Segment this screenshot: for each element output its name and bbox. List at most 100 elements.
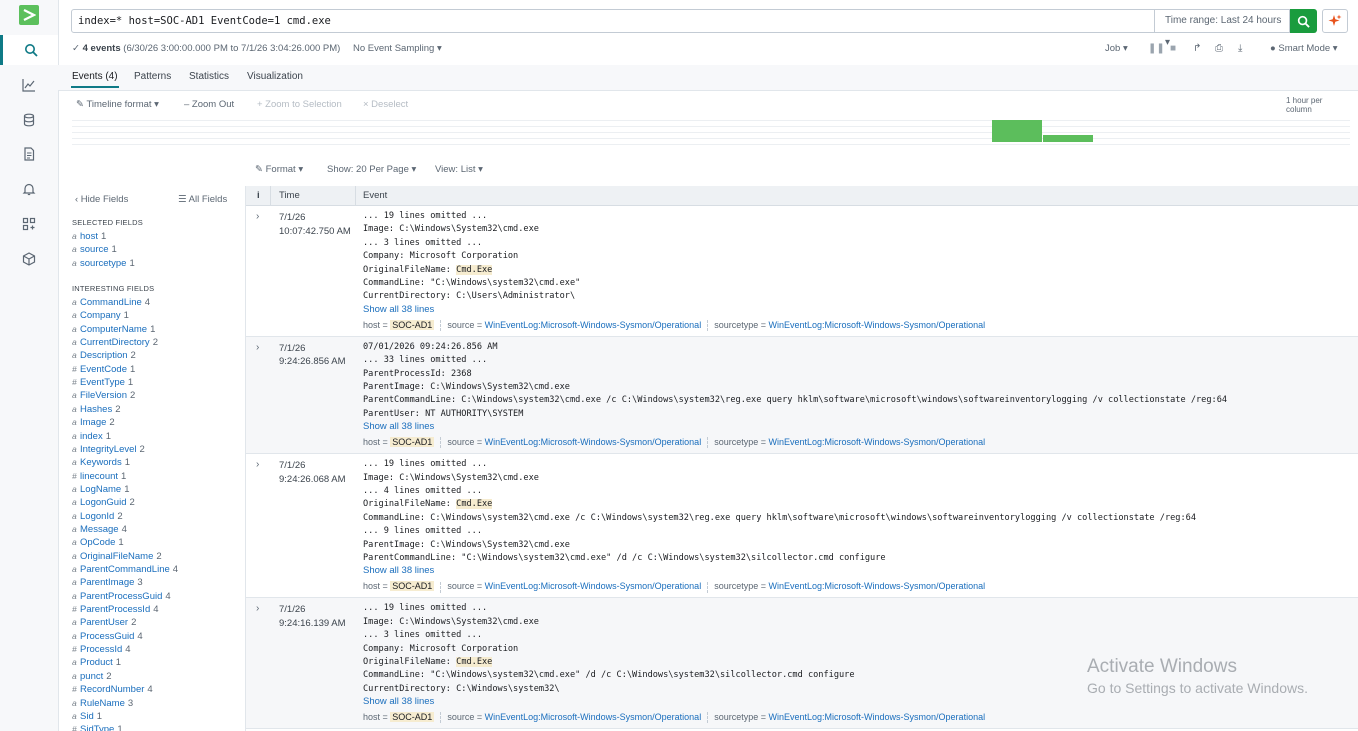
dashboards-grid-icon[interactable] xyxy=(0,209,58,239)
field-item[interactable]: a Image 2 xyxy=(72,417,115,428)
field-item[interactable]: a CommandLine 4 xyxy=(72,297,150,308)
field-item[interactable]: a ParentProcessGuid 4 xyxy=(72,591,171,602)
field-item[interactable]: a RuleName 3 xyxy=(72,698,133,709)
field-item[interactable]: a LogonGuid 2 xyxy=(72,497,135,508)
field-item[interactable]: a Hashes 2 xyxy=(72,404,121,415)
field-item[interactable]: a LogName 1 xyxy=(72,484,130,495)
field-item[interactable]: a Company 1 xyxy=(72,310,129,321)
job-menu[interactable]: Job ▾ xyxy=(1105,43,1128,54)
pause-icon[interactable]: ❚❚ xyxy=(1148,43,1165,54)
timeline-histogram[interactable] xyxy=(72,118,1350,146)
host-value[interactable]: SOC-AD1 xyxy=(390,319,435,330)
zoom-out-button[interactable]: – Zoom Out xyxy=(184,99,234,110)
field-item[interactable]: # ProcessId 4 xyxy=(72,644,131,655)
expand-chevron-icon[interactable]: › xyxy=(256,603,259,614)
field-item[interactable]: a punct 2 xyxy=(72,671,112,682)
source-value[interactable]: WinEventLog:Microsoft-Windows-Sysmon/Ope… xyxy=(485,320,702,330)
field-item[interactable]: # ParentProcessId 4 xyxy=(72,604,159,615)
field-item[interactable]: # EventCode 1 xyxy=(72,364,135,375)
field-item[interactable]: a index 1 xyxy=(72,431,111,442)
export-icon[interactable]: ⤓ xyxy=(1238,43,1242,54)
share-icon[interactable]: ↱ xyxy=(1193,43,1201,54)
field-item[interactable]: a ParentImage 3 xyxy=(72,577,143,588)
time-range-picker[interactable]: Time range: Last 24 hours ▾ xyxy=(1155,9,1290,48)
field-item[interactable]: a LogonId 2 xyxy=(72,511,123,522)
host-value[interactable]: SOC-AD1 xyxy=(390,437,435,448)
field-item[interactable]: a FileVersion 2 xyxy=(72,390,135,401)
field-item[interactable]: a ParentUser 2 xyxy=(72,617,136,628)
host-value[interactable]: SOC-AD1 xyxy=(390,581,435,592)
field-item[interactable]: a Product 1 xyxy=(72,657,121,668)
field-item[interactable]: a source 1 xyxy=(72,244,117,255)
deselect-button[interactable]: × Deselect xyxy=(363,99,408,110)
alerts-bell-icon[interactable] xyxy=(0,174,58,204)
field-item[interactable]: a host 1 xyxy=(72,231,106,242)
search-mode-dropdown[interactable]: ● Smart Mode ▾ xyxy=(1270,43,1338,54)
event-timestamp[interactable]: 7/1/26 9:24:26.856 AM xyxy=(279,342,346,369)
tab-patterns[interactable]: Patterns xyxy=(134,71,171,82)
field-item[interactable]: a ParentCommandLine 4 xyxy=(72,564,178,575)
show-all-lines-link[interactable]: Show all 38 lines xyxy=(363,696,434,707)
reports-document-icon[interactable] xyxy=(0,139,58,169)
splunk-logo[interactable] xyxy=(19,5,39,25)
search-submit-button[interactable] xyxy=(1290,9,1317,33)
timeline-bar[interactable] xyxy=(992,120,1042,142)
tab-events[interactable]: Events (4) xyxy=(71,71,119,88)
event-sampling-dropdown[interactable]: No Event Sampling ▾ xyxy=(353,43,442,54)
all-fields-button[interactable]: ☰ All Fields xyxy=(178,194,227,205)
search-term-highlight[interactable]: Cmd.Exe xyxy=(456,264,493,275)
apps-cube-icon[interactable] xyxy=(0,244,58,274)
sourcetype-value[interactable]: WinEventLog:Microsoft-Windows-Sysmon/Ope… xyxy=(769,712,986,722)
field-item[interactable]: # linecount 1 xyxy=(72,471,126,482)
per-page-dropdown[interactable]: Show: 20 Per Page ▾ xyxy=(327,164,416,175)
field-item[interactable]: a OriginalFileName 2 xyxy=(72,551,162,562)
event-timestamp[interactable]: 7/1/26 9:24:26.068 AM xyxy=(279,459,346,486)
field-item[interactable]: a Description 2 xyxy=(72,350,136,361)
field-item[interactable]: a sourcetype 1 xyxy=(72,258,135,269)
print-icon[interactable]: ⎙ xyxy=(1215,43,1223,54)
field-item[interactable]: a Message 4 xyxy=(72,524,127,535)
expand-chevron-icon[interactable]: › xyxy=(256,342,259,353)
expand-chevron-icon[interactable]: › xyxy=(256,459,259,470)
sourcetype-value[interactable]: WinEventLog:Microsoft-Windows-Sysmon/Ope… xyxy=(769,437,986,447)
format-dropdown[interactable]: ✎ Format ▾ xyxy=(255,164,303,175)
host-value[interactable]: SOC-AD1 xyxy=(390,712,435,723)
field-item[interactable]: a Keywords 1 xyxy=(72,457,130,468)
timeline-bar[interactable] xyxy=(1043,135,1093,142)
source-value[interactable]: WinEventLog:Microsoft-Windows-Sysmon/Ope… xyxy=(485,712,702,722)
stop-icon[interactable]: ■ xyxy=(1170,43,1176,54)
field-item[interactable]: a CurrentDirectory 2 xyxy=(72,337,158,348)
field-item[interactable]: a OpCode 1 xyxy=(72,537,124,548)
field-item[interactable]: a ProcessGuid 4 xyxy=(72,631,143,642)
show-all-lines-link[interactable]: Show all 38 lines xyxy=(363,565,434,576)
tab-statistics[interactable]: Statistics xyxy=(189,71,229,82)
field-item[interactable]: a ComputerName 1 xyxy=(72,324,155,335)
field-item[interactable]: # RecordNumber 4 xyxy=(72,684,153,695)
hide-fields-button[interactable]: ‹ Hide Fields xyxy=(75,194,128,205)
field-item[interactable]: a IntegrityLevel 2 xyxy=(72,444,145,455)
ai-assistant-button[interactable] xyxy=(1322,9,1348,33)
show-all-lines-link[interactable]: Show all 38 lines xyxy=(363,421,434,432)
search-term-highlight[interactable]: Cmd.Exe xyxy=(456,657,493,668)
expand-chevron-icon[interactable]: › xyxy=(256,211,259,222)
sourcetype-value[interactable]: WinEventLog:Microsoft-Windows-Sysmon/Ope… xyxy=(769,320,986,330)
field-item[interactable]: # EventType 1 xyxy=(72,377,133,388)
search-nav-icon[interactable] xyxy=(0,35,58,65)
tab-visualization[interactable]: Visualization xyxy=(247,71,303,82)
view-dropdown[interactable]: View: List ▾ xyxy=(435,164,483,175)
time-column-header[interactable]: Time xyxy=(279,190,300,201)
search-query-input[interactable]: index=* host=SOC-AD1 EventCode=1 cmd.exe xyxy=(71,9,1155,33)
event-timestamp[interactable]: 7/1/26 10:07:42.750 AM xyxy=(279,211,351,238)
source-value[interactable]: WinEventLog:Microsoft-Windows-Sysmon/Ope… xyxy=(485,581,702,591)
event-timestamp[interactable]: 7/1/26 9:24:16.139 AM xyxy=(279,603,346,630)
sourcetype-value[interactable]: WinEventLog:Microsoft-Windows-Sysmon/Ope… xyxy=(769,581,986,591)
datasets-database-icon[interactable] xyxy=(0,105,58,135)
zoom-to-selection-button[interactable]: + Zoom to Selection xyxy=(257,99,342,110)
field-item[interactable]: a Sid 1 xyxy=(72,711,102,722)
analytics-chart-icon[interactable] xyxy=(0,70,58,100)
show-all-lines-link[interactable]: Show all 38 lines xyxy=(363,304,434,315)
source-value[interactable]: WinEventLog:Microsoft-Windows-Sysmon/Ope… xyxy=(485,437,702,447)
timeline-format-dropdown[interactable]: ✎ Timeline format ▾ xyxy=(76,99,159,110)
field-item[interactable]: # SidType 1 xyxy=(72,724,123,731)
search-term-highlight[interactable]: Cmd.Exe xyxy=(456,499,493,510)
